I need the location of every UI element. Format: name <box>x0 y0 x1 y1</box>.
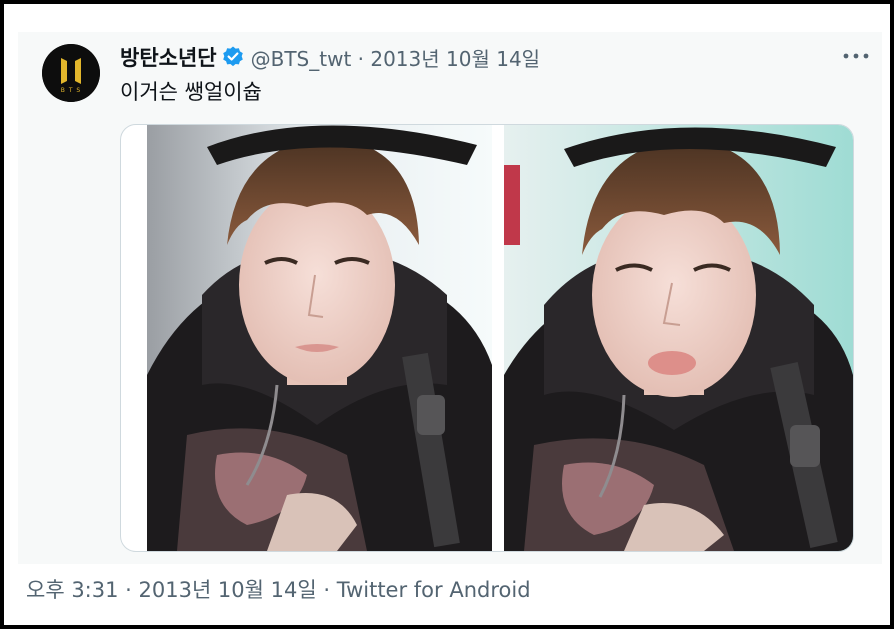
tweet-timestamp[interactable]: 오후 3:31 · 2013년 10월 14일 · Twitter for An… <box>26 574 531 604</box>
more-dots-icon[interactable] <box>840 44 872 68</box>
tweet-text: 이거슨 쌩얼이슙 <box>120 80 262 104</box>
bts-logo-icon: B T S <box>42 44 100 102</box>
avatar[interactable]: B T S <box>42 44 100 102</box>
tweet-header: 방탄소년단 @BTS_twt · 2013년 10월 14일 <box>120 42 540 72</box>
tweet-media[interactable] <box>120 124 854 552</box>
photo-right[interactable] <box>504 125 853 551</box>
photo-collage[interactable] <box>147 125 853 551</box>
svg-text:B T S: B T S <box>61 87 81 94</box>
verified-badge-icon <box>221 45 245 69</box>
tweet-meta: @BTS_twt · 2013년 10월 14일 <box>250 46 541 71</box>
author-name[interactable]: 방탄소년단 <box>120 42 217 72</box>
photo-left[interactable] <box>147 125 492 551</box>
tweet-card[interactable]: B T S 방탄소년단 @BTS_twt · 2013년 10월 14일 이거슨… <box>18 32 882 564</box>
window-frame: B T S 방탄소년단 @BTS_twt · 2013년 10월 14일 이거슨… <box>4 4 890 625</box>
